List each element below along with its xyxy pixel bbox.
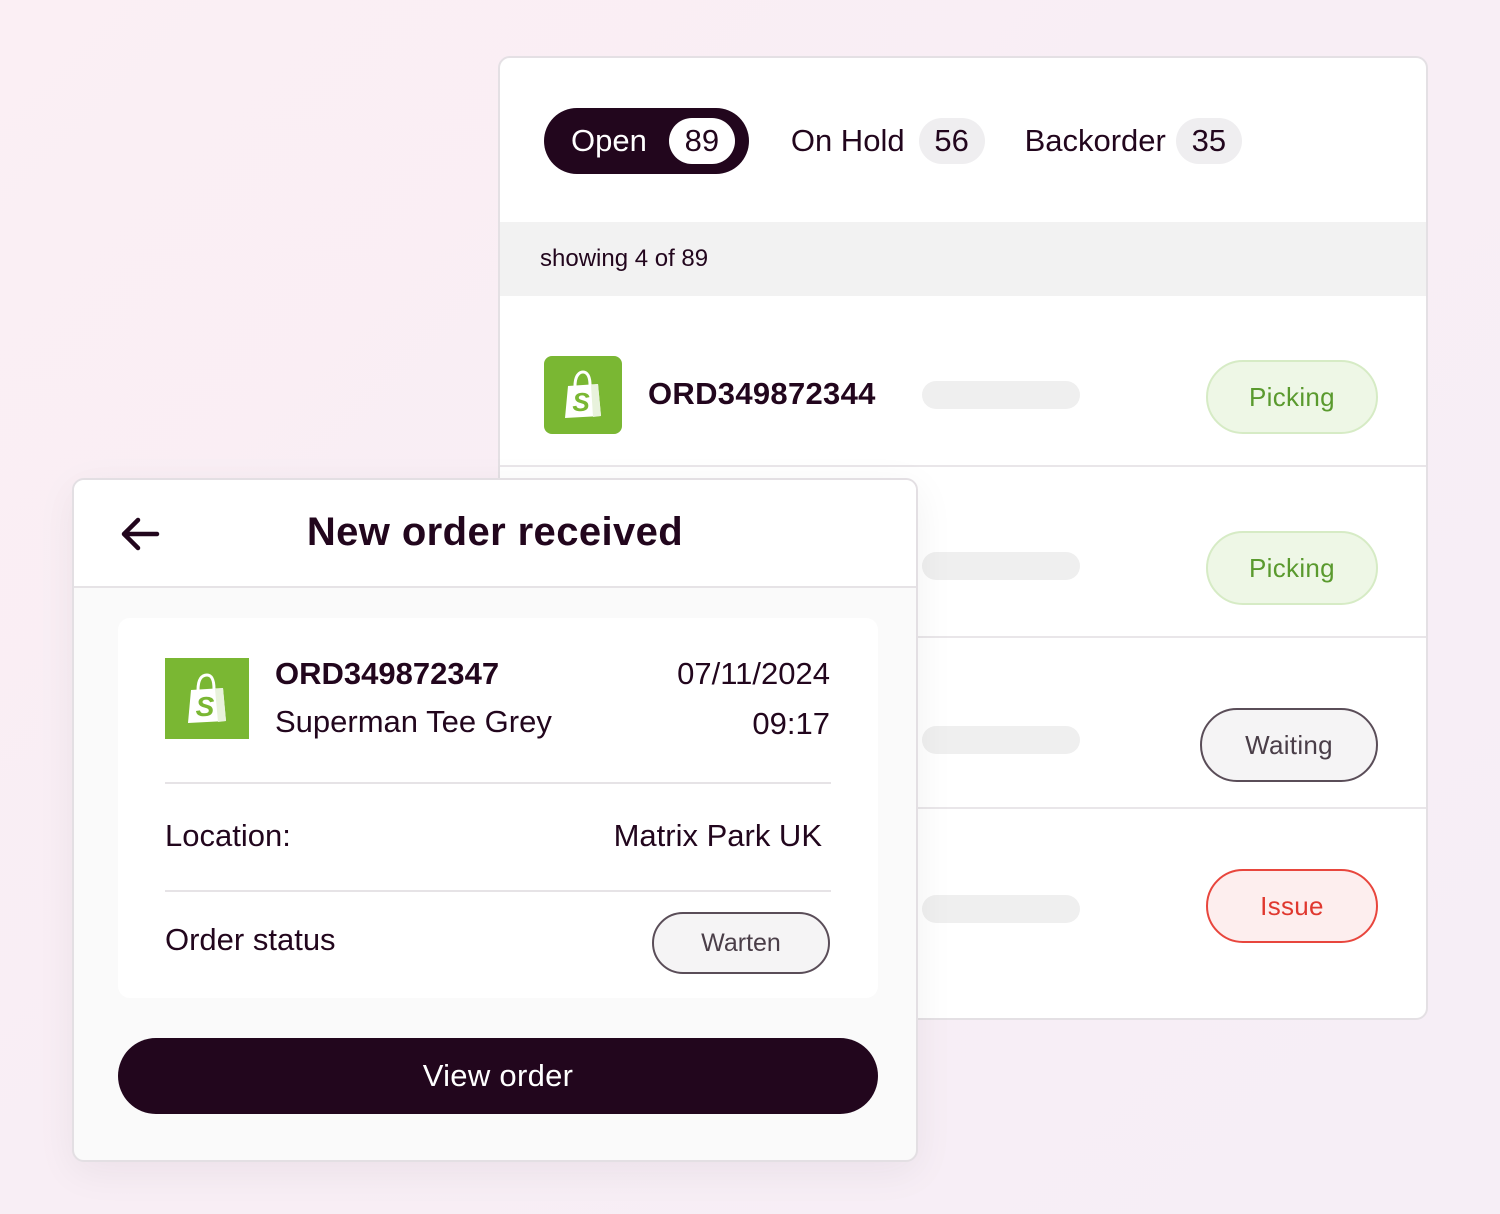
status-badge-picking: Picking bbox=[1206, 531, 1378, 605]
placeholder-bar bbox=[922, 381, 1080, 409]
placeholder-bar bbox=[922, 552, 1080, 580]
tab-on-hold-count: 56 bbox=[918, 118, 985, 164]
tab-on-hold-label: On Hold bbox=[790, 123, 905, 158]
order-time: 09:17 bbox=[752, 706, 830, 741]
divider bbox=[165, 890, 831, 892]
tab-open-label: Open bbox=[571, 123, 647, 158]
notification-header: New order received bbox=[74, 480, 916, 588]
order-row[interactable]: S ORD349872344 Picking bbox=[500, 296, 1426, 467]
tab-backorder-label: Backorder bbox=[1024, 123, 1166, 158]
showing-count-text: showing 4 of 89 bbox=[540, 245, 709, 272]
status-badge-label: Warten bbox=[701, 928, 781, 957]
shopify-bag-icon: S bbox=[165, 658, 249, 739]
view-order-button[interactable]: View order bbox=[118, 1038, 878, 1114]
order-id: ORD349872344 bbox=[648, 376, 876, 411]
shopify-bag-icon: S bbox=[544, 356, 622, 434]
order-detail-card: S ORD349872347 Superman Tee Grey 07/11/2… bbox=[118, 618, 878, 998]
placeholder-bar bbox=[922, 895, 1080, 923]
status-badge-label: Picking bbox=[1249, 381, 1335, 412]
new-order-notification: New order received S ORD349872347 Superm… bbox=[72, 478, 918, 1162]
order-date: 07/11/2024 bbox=[677, 656, 830, 691]
svg-text:S: S bbox=[196, 691, 215, 722]
placeholder-bar bbox=[922, 726, 1080, 754]
status-tabs: Open 89 On Hold 56 Backorder 35 bbox=[544, 108, 1242, 174]
tab-open-count: 89 bbox=[668, 118, 735, 164]
order-status-label: Order status bbox=[165, 922, 336, 957]
notification-title: New order received bbox=[306, 510, 684, 554]
showing-count-bar: showing 4 of 89 bbox=[500, 222, 1426, 296]
location-value: Matrix Park UK bbox=[613, 818, 822, 853]
status-badge-issue: Issue bbox=[1206, 869, 1378, 943]
tab-open[interactable]: Open 89 bbox=[544, 108, 749, 174]
tab-backorder-count: 35 bbox=[1175, 118, 1242, 164]
status-badge-picking: Picking bbox=[1206, 360, 1378, 434]
status-badge-label: Waiting bbox=[1245, 729, 1333, 760]
order-id: ORD349872347 bbox=[275, 656, 500, 691]
status-badge-label: Issue bbox=[1260, 890, 1324, 921]
product-name: Superman Tee Grey bbox=[275, 704, 552, 739]
status-badge-label: Picking bbox=[1249, 552, 1335, 583]
tab-on-hold[interactable]: On Hold 56 bbox=[791, 108, 985, 174]
tab-backorder[interactable]: Backorder 35 bbox=[1025, 108, 1242, 174]
svg-text:S: S bbox=[572, 387, 590, 417]
status-badge-warten: Warten bbox=[652, 912, 830, 974]
status-badge-waiting: Waiting bbox=[1200, 708, 1378, 782]
divider bbox=[165, 782, 831, 784]
location-label: Location: bbox=[165, 818, 291, 853]
